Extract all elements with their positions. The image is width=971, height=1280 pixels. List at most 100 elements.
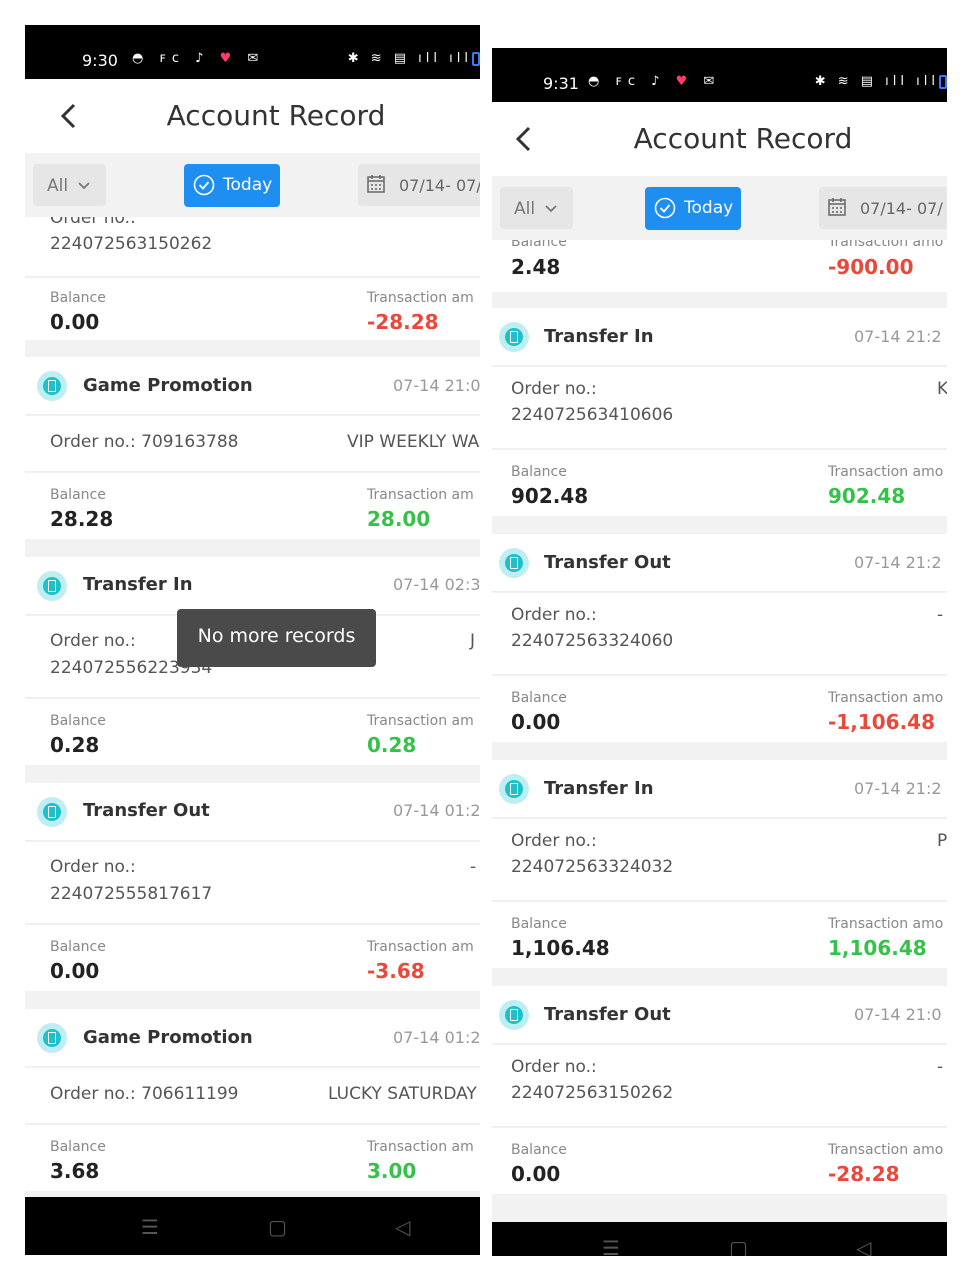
toast-message: No more records (177, 609, 376, 667)
filter-all-label: All (47, 176, 69, 196)
record-remark: P (937, 831, 947, 851)
balance-value: 3.68 (50, 1159, 100, 1183)
record-balance: Balance 1,106.48 Transaction amo 1,106.4… (492, 902, 947, 968)
record-title: Game Promotion (83, 1027, 253, 1048)
record-time: 07-14 21:2 (854, 553, 942, 572)
record-list[interactable]: Order no.: 224072563150262 Balance 0.00 … (25, 217, 480, 1197)
amount-value: -1,106.48 (828, 710, 935, 734)
record-order: Order no.: 224072563324032 P (492, 819, 947, 901)
today-label: Today (223, 175, 273, 195)
calendar-icon (828, 198, 846, 216)
android-nav-bar: ☰ ▢ ◁ (25, 1197, 480, 1255)
today-button[interactable]: Today (645, 187, 741, 230)
filter-all-label: All (514, 199, 536, 219)
balance-label: Balance (50, 487, 106, 503)
calendar-icon (367, 175, 385, 193)
order-number: Order no.: 709163788 (50, 432, 239, 452)
order-number: 224072563150262 (50, 234, 213, 254)
amount-label: Transaction amo (828, 1142, 944, 1158)
record-title: Transfer Out (544, 552, 671, 573)
balance-label: Balance (50, 713, 106, 729)
filter-bar: All Today 07/14- 07/ (25, 153, 480, 217)
check-circle-icon (654, 197, 676, 219)
back-nav-icon[interactable]: ◁ (856, 1236, 871, 1256)
record-order: Order no.: 709163788 VIP WEEKLY WA (25, 416, 480, 472)
list-item-partial-balance: Balance 2.48 Transaction amo -900.00 (492, 240, 947, 292)
record-order: Order no.: 224072563150262 - (492, 1045, 947, 1127)
record-icon (499, 322, 529, 352)
amount-value: 0.28 (367, 733, 417, 757)
record-time: 07-14 21:0 (393, 376, 480, 395)
record-header[interactable]: Transfer In 07-14 02:3 (25, 557, 480, 615)
back-nav-icon[interactable]: ◁ (395, 1215, 410, 1239)
record-remark: J (470, 631, 476, 651)
page-title: Account Record (633, 122, 853, 155)
amount-value: 3.00 (367, 1159, 417, 1183)
date-range-button[interactable]: 07/14- 07/ (358, 164, 480, 206)
chevron-down-icon (545, 205, 557, 213)
order-number: 224072563324060 (511, 631, 674, 651)
order-number: 224072555817617 (50, 884, 213, 904)
filter-all-dropdown[interactable]: All (500, 187, 573, 229)
balance-label: Balance (511, 1142, 567, 1158)
balance-label: Balance (511, 464, 567, 480)
record-time: 07-14 01:2 (393, 1028, 480, 1047)
order-label: Order no.: (50, 217, 136, 228)
amount-value: -900.00 (828, 255, 914, 279)
record-header[interactable]: Game Promotion 07-14 21:0 (25, 357, 480, 415)
today-label: Today (684, 198, 734, 218)
balance-label: Balance (50, 939, 106, 955)
record-icon (499, 1000, 529, 1030)
record-balance: Balance 902.48 Transaction amo 902.48 (492, 450, 947, 516)
record-icon (37, 371, 67, 401)
date-range-button[interactable]: 07/14- 07/ (819, 187, 947, 229)
order-number: 224072563150262 (511, 1083, 674, 1103)
record-order: Order no.: 224072563324060 - (492, 593, 947, 675)
record-header[interactable]: Transfer Out 07-14 21:2 (492, 534, 947, 592)
amount-label: Transaction amo (828, 464, 944, 480)
record-remark: VIP WEEKLY WA (347, 432, 480, 452)
record-list[interactable]: Balance 2.48 Transaction amo -900.00 Tra… (492, 240, 947, 1222)
order-label: Order no.: (511, 379, 597, 399)
notification-icons: ◓ ꜰᴄ ♪ ♥ ✉ (588, 74, 721, 89)
balance-label: Balance (511, 240, 567, 250)
record-header[interactable]: Transfer In 07-14 21:2 (492, 760, 947, 818)
order-number: 224072563410606 (511, 405, 674, 425)
menu-icon[interactable]: ☰ (141, 1215, 159, 1239)
menu-icon[interactable]: ☰ (602, 1236, 620, 1256)
record-icon (37, 571, 67, 601)
balance-label: Balance (511, 690, 567, 706)
today-button[interactable]: Today (184, 164, 280, 207)
record-order: Order no.: 224072555817617 - (25, 842, 480, 924)
record-title: Transfer In (544, 778, 654, 799)
record-remark: - (937, 1057, 944, 1077)
screenshot-left: 9:30 ◓ ꜰᴄ ♪ ♥ ✉ ✱ ≋ ▤ ıll ıll Account Re… (25, 25, 480, 1255)
amount-label: Transaction am (367, 487, 474, 503)
record-title: Transfer Out (544, 1004, 671, 1025)
amount-value: 1,106.48 (828, 936, 927, 960)
chevron-down-icon (78, 182, 90, 190)
order-label: Order no.: (50, 857, 136, 877)
record-balance: Balance 0.28 Transaction am 0.28 (25, 699, 480, 765)
filter-all-dropdown[interactable]: All (33, 164, 106, 206)
status-bar: 9:31 ◓ ꜰᴄ ♪ ♥ ✉ ✱ ≋ ▤ ıll ıll (492, 48, 947, 102)
status-bar: 9:30 ◓ ꜰᴄ ♪ ♥ ✉ ✱ ≋ ▤ ıll ıll (25, 25, 480, 79)
record-header[interactable]: Transfer Out 07-14 21:0 (492, 986, 947, 1044)
record-time: 07-14 02:3 (393, 575, 480, 594)
amount-label: Transaction am (367, 713, 474, 729)
app-header: Account Record (25, 79, 480, 153)
record-balance: Balance 0.00 Transaction am -3.68 (25, 925, 480, 991)
amount-label: Transaction am (367, 939, 474, 955)
record-icon (37, 1023, 67, 1053)
home-icon[interactable]: ▢ (729, 1236, 748, 1256)
record-time: 07-14 01:2 (393, 801, 480, 820)
amount-value: -3.68 (367, 959, 425, 983)
amount-label: Transaction amo (828, 240, 944, 250)
order-number: 224072563324032 (511, 857, 674, 877)
record-header[interactable]: Transfer Out 07-14 01:2 (25, 783, 480, 841)
battery-icon (472, 51, 480, 66)
record-header[interactable]: Game Promotion 07-14 01:2 (25, 1009, 480, 1067)
record-header[interactable]: Transfer In 07-14 21:2 (492, 308, 947, 366)
home-icon[interactable]: ▢ (268, 1215, 287, 1239)
record-title: Transfer In (83, 574, 193, 595)
